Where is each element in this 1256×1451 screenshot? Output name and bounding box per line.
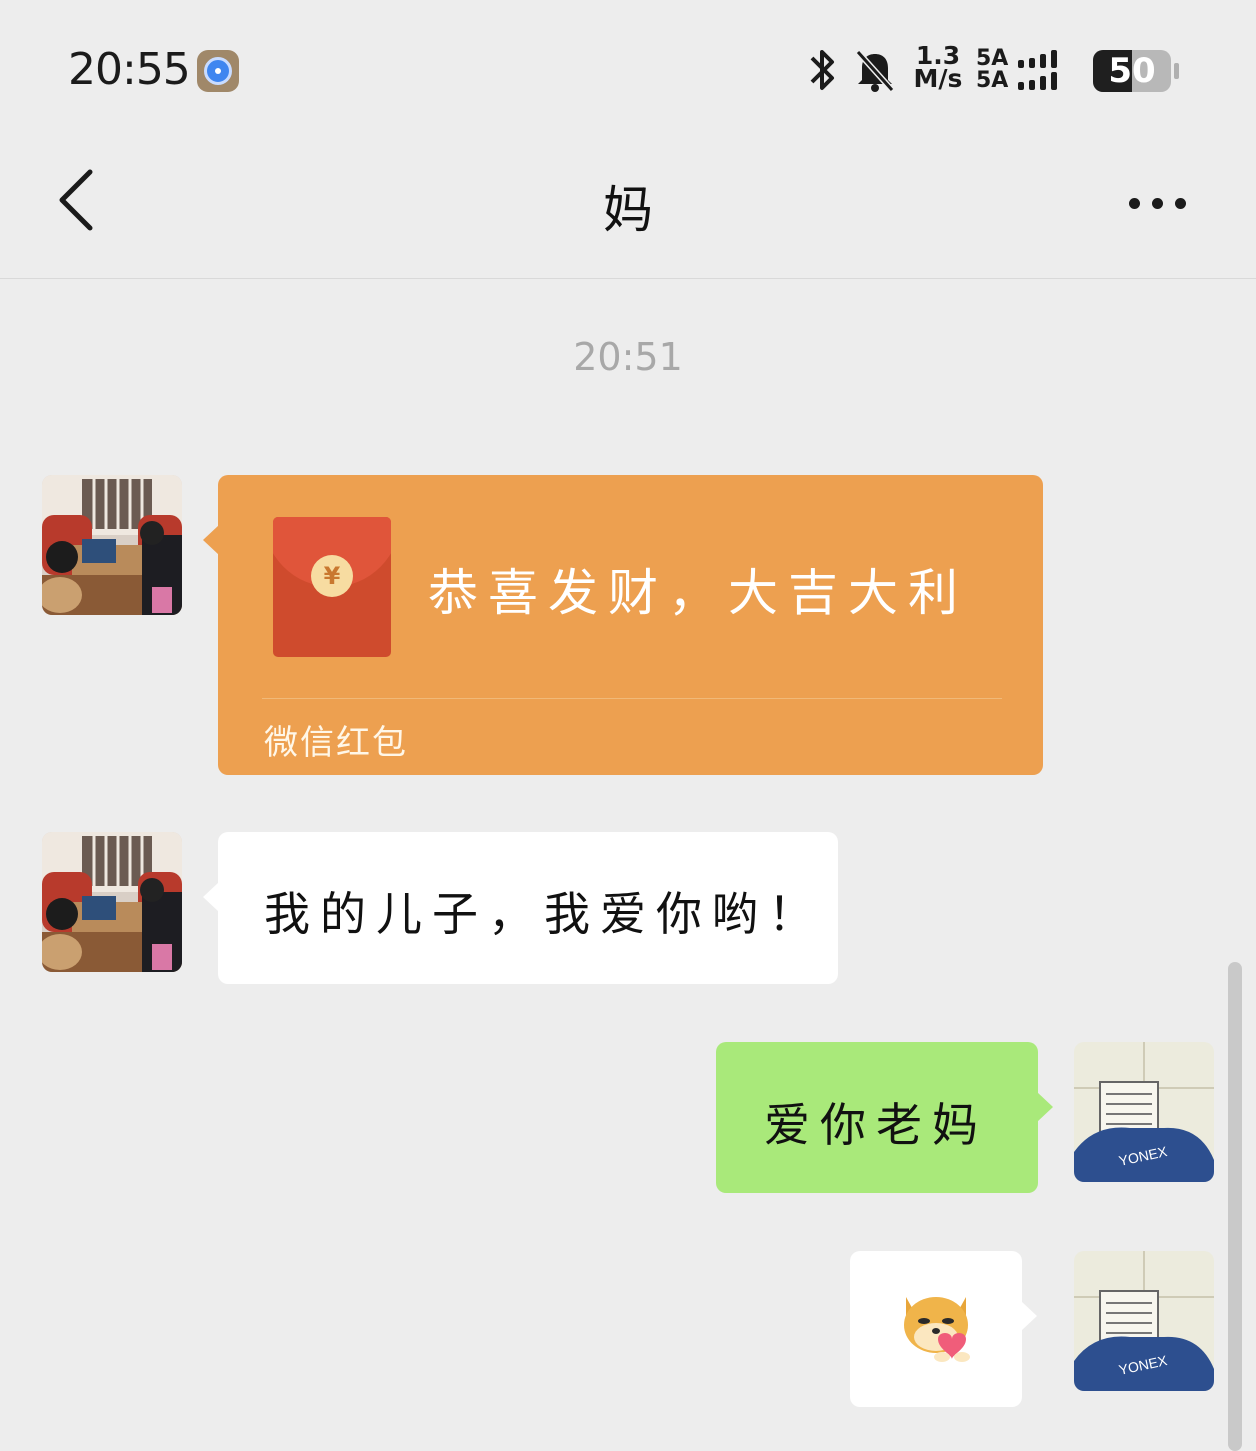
divider xyxy=(262,698,1002,699)
more-button[interactable] xyxy=(1112,168,1202,238)
more-dots-icon xyxy=(1128,197,1140,209)
status-bar: 20:55 1.3 M/s 5A 5A 50 xyxy=(0,0,1256,140)
net-speed-unit: M/s xyxy=(913,64,963,93)
signal-1-bars xyxy=(1018,50,1057,68)
my-avatar[interactable]: YONEX xyxy=(1074,1042,1214,1182)
incoming-message[interactable]: 我的儿子，我爱你哟！ xyxy=(203,832,838,984)
signal-2-bars xyxy=(1018,72,1057,90)
red-packet-greeting: 恭喜发财，大吉大利 xyxy=(428,564,968,622)
message-text: 爱你老妈 xyxy=(764,1098,988,1152)
chat-header: 妈 xyxy=(0,140,1256,279)
battery-level: 50 xyxy=(1108,51,1156,91)
contact-avatar[interactable] xyxy=(42,832,182,972)
page-title: 妈 xyxy=(603,181,653,239)
scrollbar[interactable] xyxy=(1228,962,1242,1451)
bluetooth-icon xyxy=(804,44,840,96)
network-speed: 1.3 M/s xyxy=(912,43,964,96)
battery-indicator: 50 xyxy=(1093,44,1181,96)
red-packet-message[interactable]: ¥ 恭喜发财，大吉大利 微信红包 xyxy=(203,475,1043,775)
hotspot-icon xyxy=(197,50,239,92)
sticker-message[interactable] xyxy=(850,1251,1037,1407)
signal-2-label: 5A xyxy=(976,68,1009,93)
outgoing-message[interactable]: 爱你老妈 xyxy=(716,1042,1053,1193)
red-packet-label: 微信红包 xyxy=(264,723,408,763)
red-envelope-icon: ¥ xyxy=(273,517,391,657)
message-timestamp: 20:51 xyxy=(573,335,683,379)
signal-1-label: 5A xyxy=(976,46,1009,71)
my-avatar[interactable]: YONEX xyxy=(1074,1251,1214,1391)
doge-heart-sticker xyxy=(904,1297,970,1362)
signal-indicators: 5A 5A xyxy=(976,44,1080,96)
coin-symbol: ¥ xyxy=(311,555,353,597)
contact-avatar[interactable] xyxy=(42,475,182,615)
status-time: 20:55 xyxy=(68,44,191,95)
message-text: 我的儿子，我爱你哟！ xyxy=(264,887,824,941)
bell-muted-icon xyxy=(852,44,898,96)
